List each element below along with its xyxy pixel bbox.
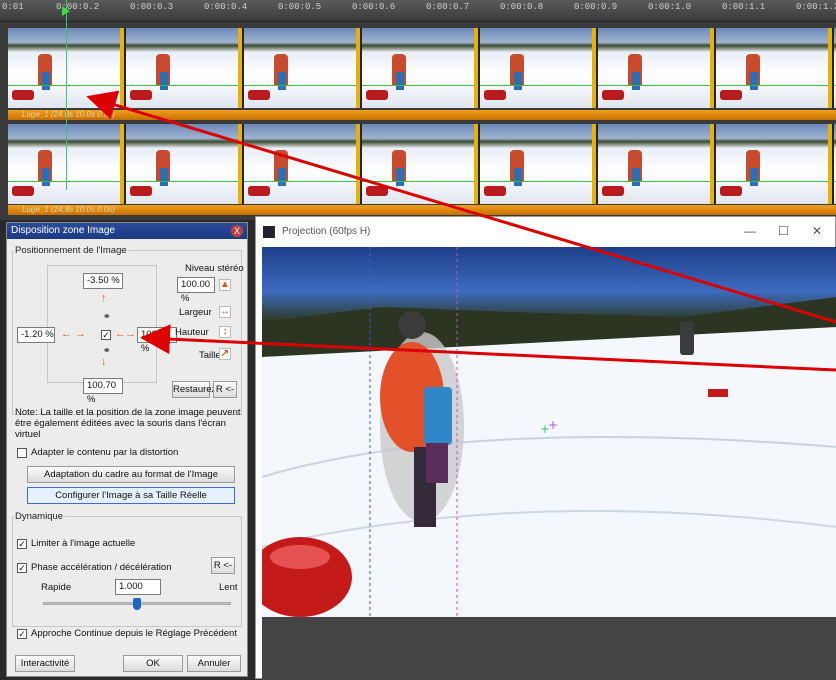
clip-label: Luge_1 (24.8s 10.0s 0.0s)	[22, 110, 115, 119]
adapt-distortion-label: Adapter le contenu par la distortion	[31, 447, 179, 458]
svg-text:+: +	[548, 418, 558, 432]
clip-label-bar[interactable]: Luge_1 (24.8s 10.0s 0.0s)	[8, 110, 836, 120]
limit-image-label: Limiter à l'image actuelle	[31, 538, 136, 549]
timeline-panel[interactable]: 0:01 0:00:0.2 0:00:0.3 0:00:0.4 0:00:0.5…	[0, 0, 836, 220]
dynamics-legend: Dynamique	[15, 511, 64, 522]
clip-thumbnail[interactable]	[126, 124, 242, 204]
stereo-level-field[interactable]: 100.00 %	[177, 277, 215, 304]
phase-checkbox[interactable]: ✓	[17, 563, 27, 573]
projection-titlebar[interactable]: Projection (60fps H) — ☐ ✕	[256, 217, 835, 247]
stereo-level-label: Niveau stéréo	[185, 263, 244, 274]
close-icon[interactable]: ✕	[812, 224, 822, 238]
clip-label: Luge_1 (24.8s 10.0s 0.0s)	[22, 205, 115, 214]
video-track-1[interactable]	[8, 28, 836, 108]
ski-scene-illustration: + +	[262, 247, 836, 617]
image-layout-dialog: Disposition zone Image X Positionnement …	[6, 222, 248, 677]
left-arrow-icon[interactable]: ←	[61, 329, 72, 340]
projection-preview-image[interactable]: + +	[262, 247, 836, 617]
configure-real-size-button[interactable]: Configurer l'Image à sa Taille Réelle	[27, 487, 235, 504]
timeline-lower-area[interactable]	[262, 617, 836, 680]
height-arrows-icon[interactable]: ↕	[219, 326, 231, 338]
acceleration-slider-thumb[interactable]	[133, 598, 141, 610]
clip-label-bar[interactable]: Luge_1 (24.8s 10.0s 0.0s)	[8, 205, 836, 215]
ruler-label: 0:00:0.3	[130, 2, 174, 12]
timeline-ruler[interactable]: 0:01 0:00:0.2 0:00:0.3 0:00:0.4 0:00:0.5…	[0, 0, 836, 22]
adapt-frame-button[interactable]: Adaptation du cadre au format de l'Image	[27, 466, 235, 483]
link-icon[interactable]: ⚭	[103, 311, 111, 322]
clip-thumbnail[interactable]	[362, 124, 478, 204]
ruler-label: 0:00:1.2	[796, 2, 836, 12]
continuous-checkbox[interactable]: ✓	[17, 629, 27, 639]
ruler-label: 0:00:0.9	[574, 2, 618, 12]
center-lock-checkbox[interactable]: ✓	[101, 330, 111, 340]
up-arrow-icon[interactable]: ↑	[101, 293, 107, 304]
ruler-label: 0:00:1.1	[722, 2, 766, 12]
right-position-field[interactable]: 103.00 %	[137, 327, 177, 354]
playhead-line[interactable]	[66, 0, 67, 190]
clip-thumbnail[interactable]	[716, 28, 832, 108]
bottom-position-field[interactable]: 100.70 %	[83, 378, 123, 405]
ruler-label: 0:00:0.4	[204, 2, 248, 12]
ruler-label: 0:01	[2, 2, 24, 12]
interactivity-button[interactable]: Interactivité	[15, 655, 75, 672]
size-diagonal-icon[interactable]: ↗	[219, 348, 231, 360]
ruler-label: 0:00:0.7	[426, 2, 470, 12]
down-arrow-icon[interactable]: ↓	[101, 357, 107, 368]
ruler-label: 0:00:1.0	[648, 2, 692, 12]
clip-thumbnail[interactable]	[244, 124, 360, 204]
ruler-label: 0:00:0.5	[278, 2, 322, 12]
clip-thumbnail[interactable]	[598, 124, 714, 204]
phase-label: Phase accélération / décélération	[31, 562, 172, 573]
size-label: Taille	[199, 350, 221, 361]
clip-thumbnail[interactable]	[126, 28, 242, 108]
ruler-label: 0:00:0.6	[352, 2, 396, 12]
top-position-field[interactable]: -3.50 %	[83, 273, 123, 289]
minimize-icon[interactable]: —	[744, 224, 756, 238]
right-arrow-icon[interactable]: →	[125, 329, 136, 340]
continuous-label: Approche Continue depuis le Réglage Préc…	[31, 628, 237, 639]
clip-thumbnail[interactable]	[480, 28, 596, 108]
acceleration-value-field[interactable]: 1.000	[115, 579, 161, 595]
video-track-2[interactable]	[8, 124, 836, 204]
clip-thumbnail[interactable]	[244, 28, 360, 108]
dialog-title: Disposition zone Image	[11, 225, 115, 236]
clip-thumbnail[interactable]	[598, 28, 714, 108]
restore-button[interactable]: Restaurez	[172, 381, 216, 398]
projection-title: Projection (60fps H)	[282, 226, 371, 237]
app-icon	[263, 226, 275, 238]
ok-button[interactable]: OK	[123, 655, 183, 672]
maximize-icon[interactable]: ☐	[778, 224, 789, 238]
note-text: Note: La taille et la position de la zon…	[15, 407, 241, 440]
limit-image-checkbox[interactable]: ✓	[17, 539, 27, 549]
slow-label: Lent	[219, 582, 238, 593]
clip-thumbnail[interactable]	[362, 28, 478, 108]
stereo-icon[interactable]: ▲	[219, 279, 231, 291]
right-arrow-icon[interactable]: →	[75, 329, 86, 340]
adapt-distortion-checkbox[interactable]	[17, 448, 27, 458]
projection-window: Projection (60fps H) — ☐ ✕ + +	[255, 216, 836, 680]
clip-thumbnail[interactable]	[480, 124, 596, 204]
width-label: Largeur	[179, 307, 212, 318]
reset-button[interactable]: R <-	[213, 381, 237, 398]
width-arrows-icon[interactable]: ↔	[219, 306, 231, 318]
clip-thumbnail[interactable]	[716, 124, 832, 204]
dialog-titlebar[interactable]: Disposition zone Image X	[7, 223, 247, 239]
left-position-field[interactable]: -1.20 %	[17, 327, 55, 343]
positioning-legend: Positionnement de l'Image	[15, 245, 127, 256]
height-label: Hauteur	[175, 327, 209, 338]
cancel-button[interactable]: Annuler	[187, 655, 241, 672]
dynamics-reset-button[interactable]: R <-	[211, 557, 235, 574]
close-icon[interactable]: X	[231, 225, 243, 237]
ruler-label: 0:00:0.8	[500, 2, 544, 12]
rapid-label: Rapide	[41, 582, 72, 593]
playhead-marker-icon[interactable]	[62, 6, 70, 16]
link-icon[interactable]: ⚭	[103, 345, 111, 356]
